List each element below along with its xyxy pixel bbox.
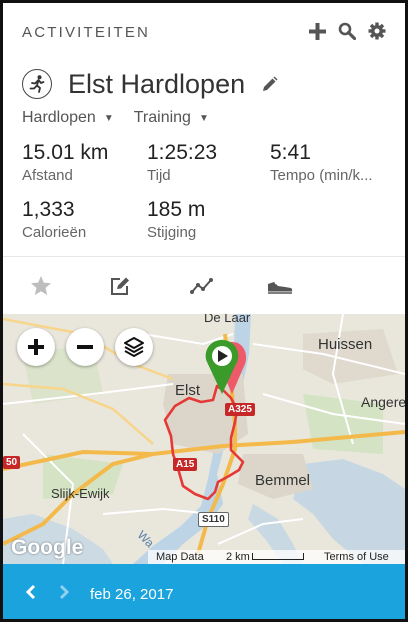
caret-down-icon: ▼ bbox=[103, 112, 114, 124]
stat-label: Calorieën bbox=[22, 224, 87, 241]
place-label: Slijk-Ewijk bbox=[51, 486, 110, 501]
star-icon[interactable] bbox=[28, 274, 54, 298]
road-shield: 50 bbox=[3, 456, 21, 469]
chevron-right-icon bbox=[59, 584, 70, 600]
plus-icon bbox=[28, 339, 44, 355]
activity-title: Elst Hardlopen bbox=[68, 68, 246, 99]
place-label: Angere bbox=[361, 394, 405, 410]
stat-label: Stijging bbox=[147, 224, 197, 241]
minus-icon bbox=[77, 345, 93, 349]
pencil-icon[interactable] bbox=[261, 76, 278, 93]
stat-label: Tijd bbox=[147, 167, 171, 184]
event-type-dropdown[interactable]: Training ▼ bbox=[134, 109, 209, 127]
terms-link[interactable]: Terms of Use bbox=[324, 551, 389, 563]
stat-value: 15.01 km bbox=[22, 141, 109, 164]
road-shield: S110 bbox=[198, 512, 229, 527]
activity-toolbar bbox=[3, 257, 405, 314]
chevron-left-icon bbox=[25, 584, 36, 600]
activity-title-row: Elst Hardlopen bbox=[22, 65, 278, 103]
stat-calories: 1,333 Calorieën bbox=[22, 198, 86, 241]
activity-date: feb 26, 2017 bbox=[90, 586, 174, 603]
google-logo: Google bbox=[11, 536, 84, 559]
place-label: Bemmel bbox=[255, 472, 311, 489]
add-icon[interactable] bbox=[307, 21, 327, 41]
activity-meta: Hardlopen ▼ Training ▼ bbox=[22, 109, 209, 127]
stat-label: Afstand bbox=[22, 167, 73, 184]
scale-bar bbox=[252, 553, 304, 560]
previous-button[interactable] bbox=[23, 584, 39, 600]
stat-value: 5:41 bbox=[270, 141, 311, 164]
activity-panel: ACTIVITEITEN Elst Hardlopen Hardlopen ▼ … bbox=[3, 3, 405, 619]
place-label: De Laar bbox=[204, 314, 251, 325]
next-button[interactable] bbox=[56, 584, 72, 600]
header: ACTIVITEITEN bbox=[3, 3, 405, 61]
zoom-in-button[interactable] bbox=[17, 328, 55, 366]
search-icon[interactable] bbox=[337, 21, 357, 41]
stat-pace: 5:41 Tempo (min/k... bbox=[270, 141, 373, 184]
road-shield: A325 bbox=[225, 403, 255, 416]
stat-label: Tempo (min/k... bbox=[270, 167, 373, 184]
shoe-icon[interactable] bbox=[267, 274, 293, 298]
running-icon bbox=[22, 69, 52, 99]
stat-value: 1,333 bbox=[22, 198, 75, 221]
zoom-out-button[interactable] bbox=[66, 328, 104, 366]
edit-note-icon[interactable] bbox=[108, 274, 134, 298]
stat-time: 1:25:23 Tijd bbox=[147, 141, 217, 184]
chart-icon[interactable] bbox=[189, 274, 215, 298]
gear-icon[interactable] bbox=[367, 21, 387, 41]
place-label: Huissen bbox=[318, 336, 373, 353]
stat-value: 185 m bbox=[147, 198, 206, 221]
date-footer: feb 26, 2017 bbox=[3, 564, 405, 619]
scale-label: 2 km bbox=[226, 551, 250, 563]
activity-type-label: Hardlopen bbox=[22, 109, 96, 126]
activity-type-dropdown[interactable]: Hardlopen ▼ bbox=[22, 109, 114, 127]
header-actions bbox=[307, 21, 387, 41]
place-label: Elst bbox=[175, 382, 201, 399]
event-type-label: Training bbox=[133, 109, 191, 126]
stat-elevation-gain: 185 m Stijging bbox=[147, 198, 205, 241]
map-attribution: Map Data 2 km Terms of Use bbox=[148, 550, 405, 564]
caret-down-icon: ▼ bbox=[198, 112, 209, 124]
route-map[interactable]: De Laar Huissen Elst Angere Slijk-Ewijk … bbox=[3, 314, 405, 564]
road-shield: A15 bbox=[173, 458, 198, 471]
stat-value: 1:25:23 bbox=[147, 141, 218, 164]
layers-icon bbox=[124, 337, 144, 357]
stat-distance: 15.01 km Afstand bbox=[22, 141, 108, 184]
map-layers-button[interactable] bbox=[115, 328, 153, 366]
map-data-link[interactable]: Map Data bbox=[156, 551, 204, 563]
section-title: ACTIVITEITEN bbox=[22, 24, 151, 41]
